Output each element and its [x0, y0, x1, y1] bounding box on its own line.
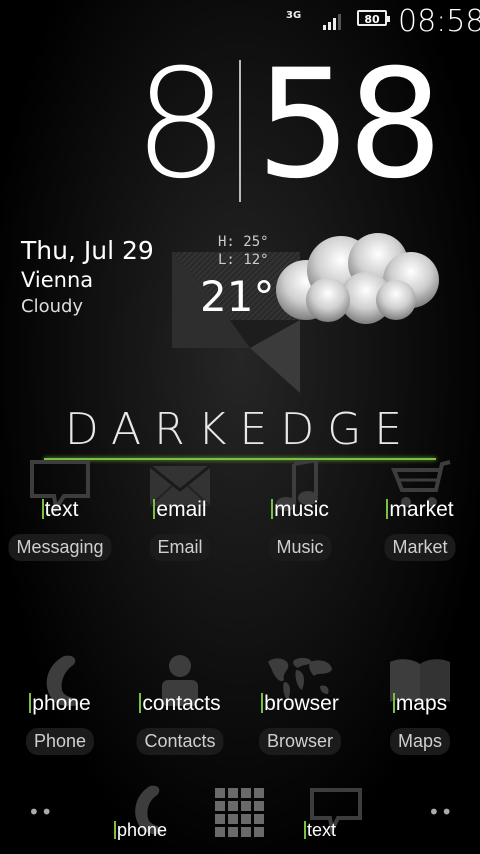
weather-low: L: 12°: [218, 252, 269, 268]
app-tag: phone: [4, 692, 116, 716]
app-label: Market: [384, 534, 456, 561]
dots-right-icon[interactable]: ••: [428, 800, 454, 824]
app-label: Messaging: [8, 534, 112, 561]
app-tag: music: [244, 498, 356, 522]
app-phone[interactable]: phone Phone: [0, 654, 120, 774]
weather-city: Vienna: [21, 268, 94, 292]
app-label: Email: [149, 534, 211, 561]
app-tag: browser: [244, 692, 356, 716]
signal-icon: [323, 14, 341, 30]
app-label: Maps: [389, 728, 451, 755]
app-tag: contacts: [124, 692, 236, 716]
app-tag: email: [124, 498, 236, 522]
app-label: Contacts: [136, 728, 224, 755]
clock-divider: [239, 60, 241, 202]
app-email[interactable]: email Email: [120, 460, 240, 580]
app-messaging[interactable]: text Messaging: [0, 460, 120, 580]
dock-tag: phone: [114, 820, 167, 841]
theme-brand-title: DARKEDGE: [64, 404, 416, 455]
app-music[interactable]: music Music: [240, 460, 360, 580]
status-time: 08:58: [398, 4, 480, 39]
app-label: Browser: [258, 728, 342, 755]
battery-level: 80: [364, 13, 380, 26]
weather-high: H: 25°: [218, 234, 269, 250]
cloud-icon: [276, 233, 439, 324]
network-type: 3G: [286, 10, 302, 21]
battery-icon: 80: [357, 10, 390, 26]
app-tag: maps: [364, 692, 476, 716]
app-label: Music: [268, 534, 332, 561]
dots-left-icon[interactable]: ••: [28, 800, 54, 824]
clock-minute[interactable]: 58: [256, 45, 456, 205]
dock-phone[interactable]: phone: [110, 780, 180, 850]
app-market[interactable]: market Market: [360, 460, 480, 580]
weather-condition: Cloudy: [21, 296, 84, 317]
dock-tag: text: [304, 820, 336, 841]
weather-date: Thu, Jul 29: [21, 236, 154, 265]
app-contacts[interactable]: contacts Contacts: [120, 654, 240, 774]
clock-hour[interactable]: 8: [120, 45, 229, 205]
app-drawer-grid-icon[interactable]: [215, 788, 265, 838]
weather-temperature: 21°: [200, 272, 275, 321]
dock: •• phone text ••: [0, 780, 480, 854]
app-tag: text: [4, 498, 116, 522]
app-maps[interactable]: maps Maps: [360, 654, 480, 774]
dock-messaging[interactable]: text: [300, 780, 370, 850]
app-tag: market: [364, 498, 476, 522]
app-label: Phone: [25, 728, 95, 755]
app-browser[interactable]: browser Browser: [240, 654, 360, 774]
